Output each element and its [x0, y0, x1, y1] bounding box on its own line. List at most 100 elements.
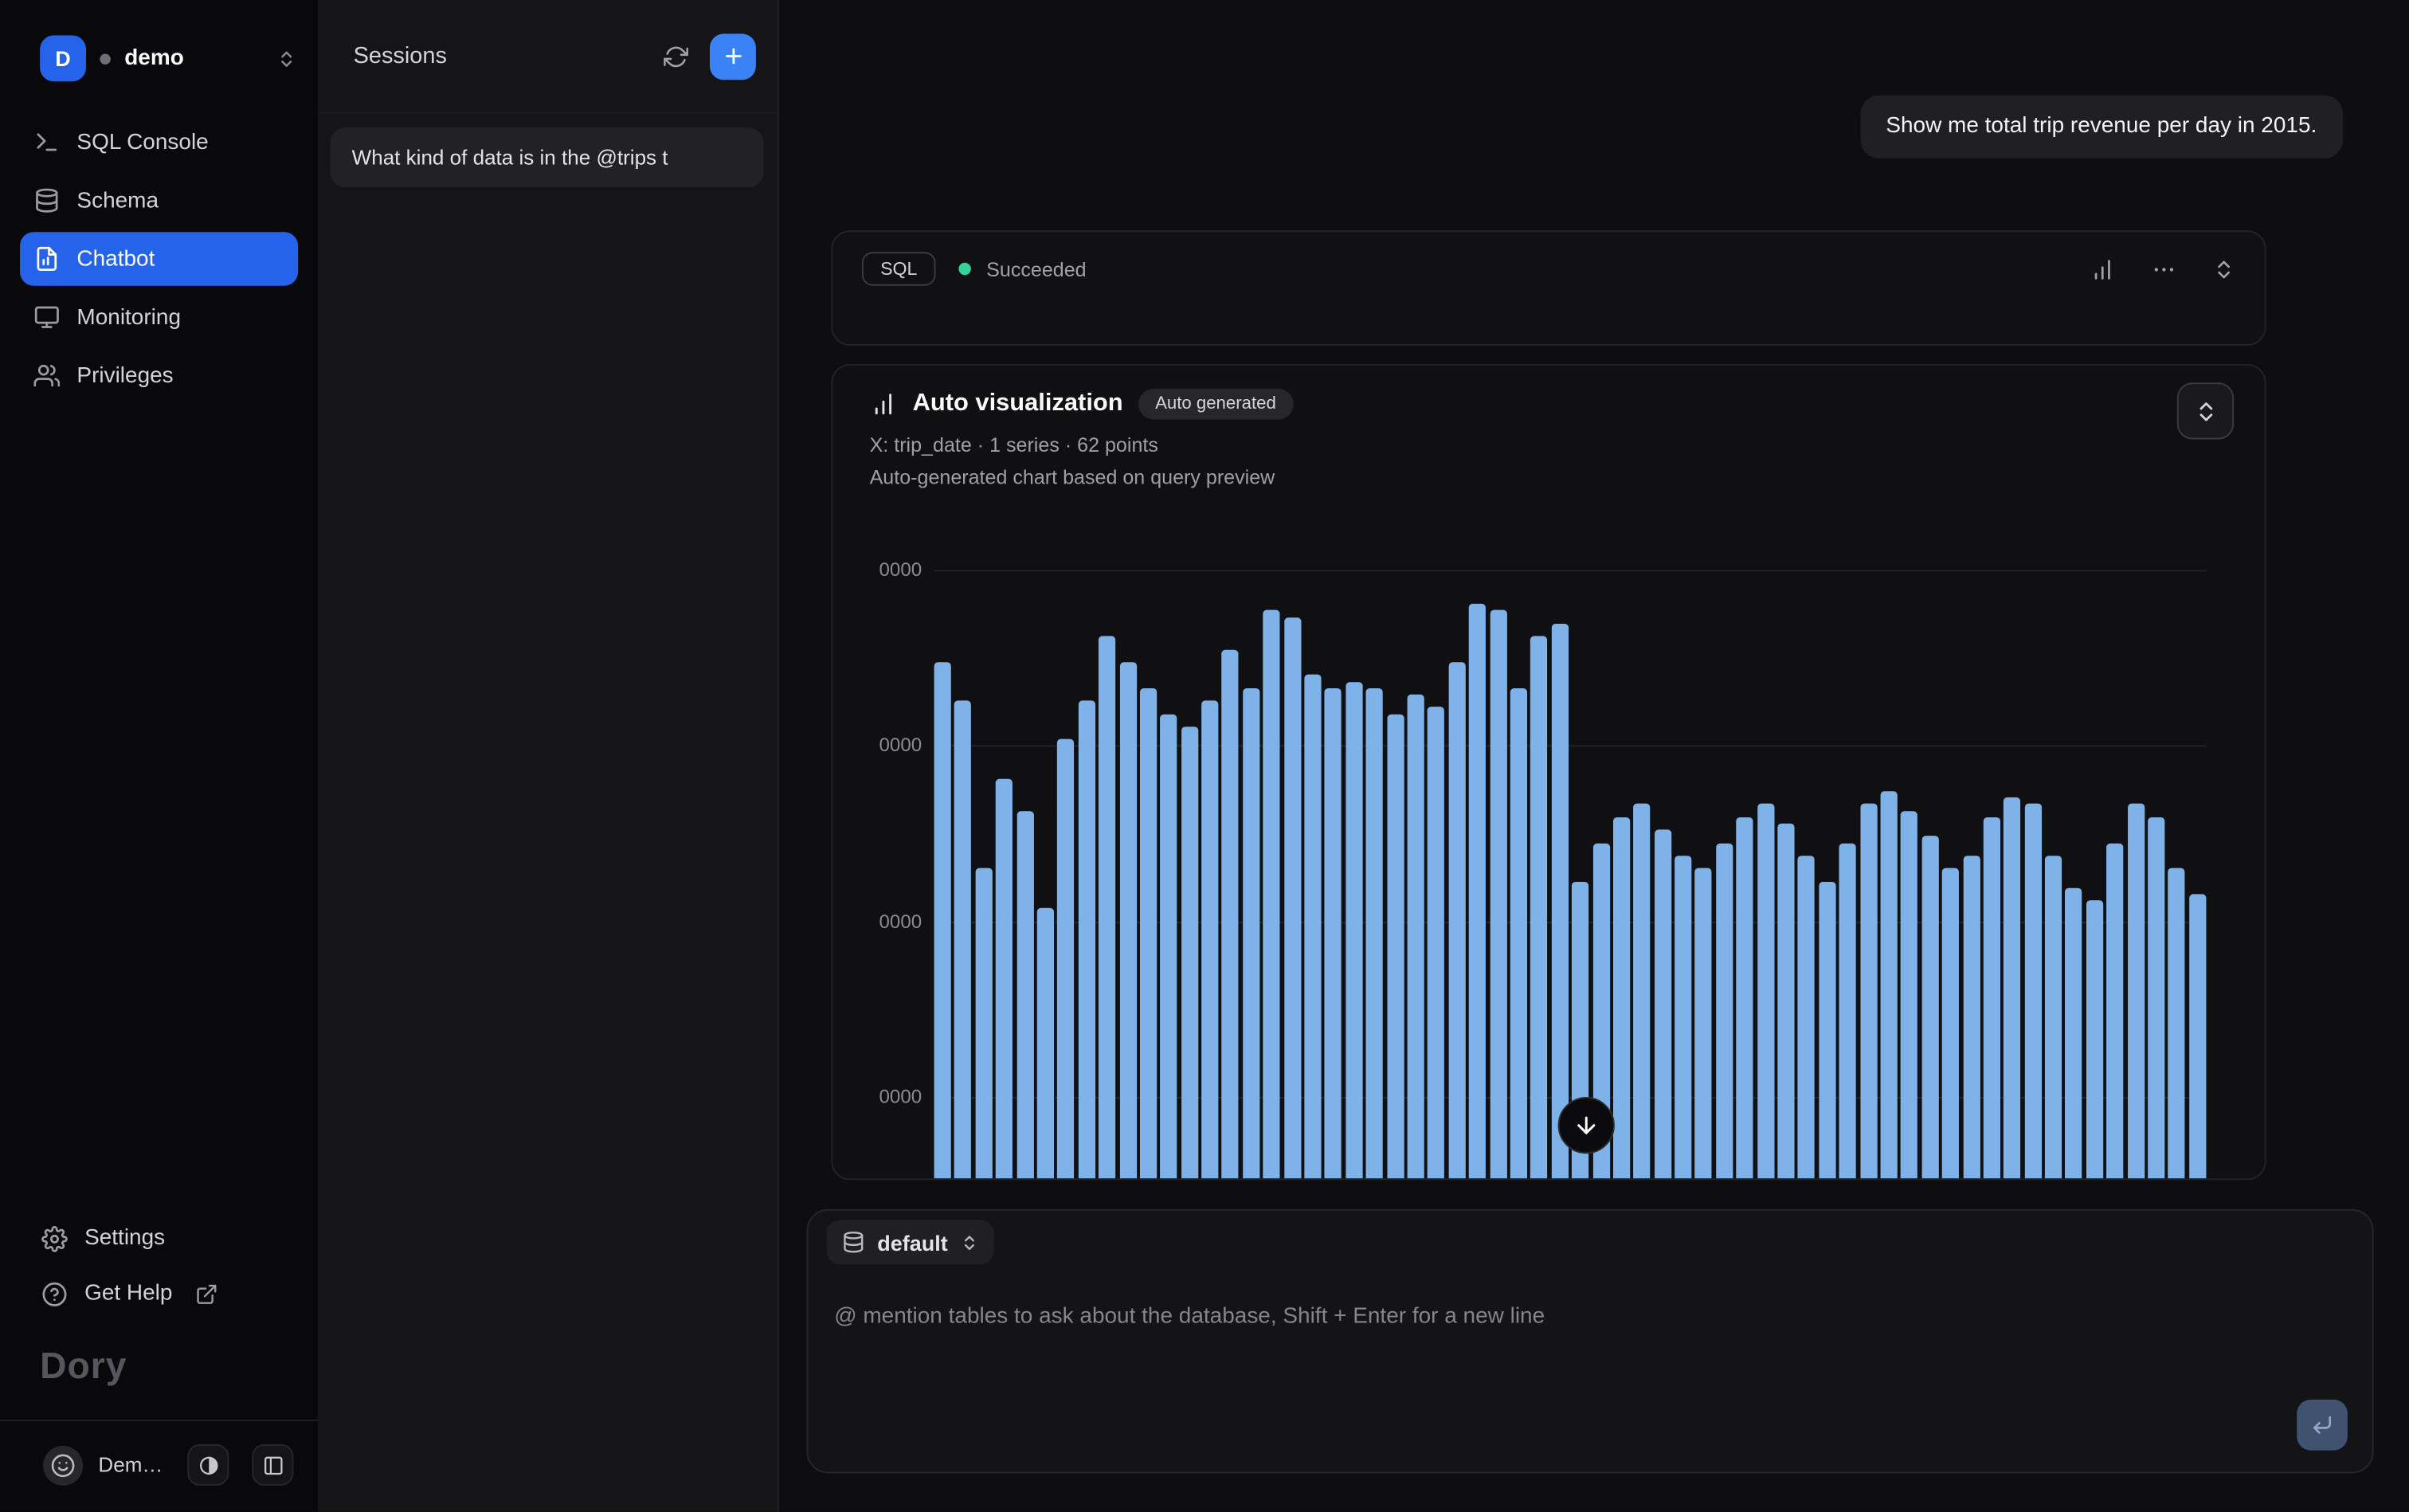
refresh-sessions-button[interactable]	[653, 33, 699, 79]
message-composer: default @ mention tables to ask about th…	[806, 1209, 2373, 1474]
chat-input-placeholder: @ mention tables to ask about the databa…	[834, 1304, 1545, 1329]
auto-generated-badge: Auto generated	[1138, 389, 1293, 420]
bar	[1346, 682, 1362, 1179]
sidebar-item-schema[interactable]: Schema	[20, 174, 298, 227]
sql-card-actions	[2090, 256, 2235, 282]
sql-tag: SQL	[862, 252, 936, 285]
bar	[1901, 811, 1917, 1179]
chevrons-up-down-icon	[960, 1233, 978, 1252]
y-tick-label: 0000	[879, 911, 922, 933]
sidebar-item-chatbot[interactable]: Chatbot	[20, 232, 298, 285]
bar	[1099, 637, 1115, 1178]
bar	[1201, 701, 1218, 1178]
bar	[2168, 868, 2185, 1178]
bar	[2004, 797, 2020, 1178]
sidebar-nav: SQL Console Schema Chatbot Monitoring	[0, 106, 318, 412]
bar	[1078, 701, 1095, 1178]
sessions-title: Sessions	[354, 43, 653, 69]
bar	[1839, 843, 1856, 1178]
get-help-button[interactable]: Get Help	[0, 1266, 318, 1321]
database-select-value: default	[877, 1230, 948, 1255]
sessions-header: Sessions	[318, 0, 778, 114]
bar	[1408, 695, 1424, 1178]
bar	[1222, 649, 1239, 1178]
sql-result-card: SQL Succeeded	[831, 230, 2266, 346]
viz-header: Auto visualization Auto generated	[832, 366, 2264, 419]
workspace-avatar: D	[40, 35, 86, 81]
bar	[1469, 604, 1486, 1178]
sidebar-item-label: Schema	[76, 188, 159, 213]
workspace-switcher[interactable]: D demo	[0, 0, 318, 106]
collapse-sidebar-button[interactable]	[252, 1444, 293, 1486]
bar	[1530, 637, 1547, 1178]
settings-button[interactable]: Settings	[0, 1211, 318, 1266]
y-tick-label: 0000	[879, 1086, 922, 1107]
status-dot-success	[958, 263, 970, 275]
bar	[1881, 791, 1898, 1178]
bar	[1737, 817, 1753, 1179]
bar	[1984, 817, 2000, 1179]
bar	[954, 701, 971, 1178]
bar	[1263, 610, 1280, 1178]
bar	[2107, 843, 2124, 1178]
plus-icon	[721, 45, 744, 68]
bar	[1819, 882, 1835, 1179]
bar	[1613, 817, 1630, 1179]
workspace-name: demo	[124, 46, 263, 71]
sidebar-item-sql-console[interactable]: SQL Console	[20, 116, 298, 169]
external-link-icon	[195, 1282, 218, 1305]
theme-toggle-button[interactable]	[187, 1444, 229, 1486]
bar-series	[934, 554, 2207, 1178]
workspace-status-dot	[100, 53, 111, 65]
viz-title: Auto visualization	[913, 390, 1123, 418]
bar	[1243, 688, 1259, 1179]
auto-visualization-card: Auto visualization Auto generated X: tri…	[831, 364, 2266, 1180]
console-icon	[33, 129, 60, 155]
chevrons-up-down-icon	[2212, 257, 2235, 280]
bar	[1037, 907, 1054, 1178]
bar	[1490, 610, 1506, 1178]
expand-sql-button[interactable]	[2212, 257, 2235, 280]
session-list-item[interactable]: What kind of data is in the @trips t	[331, 127, 764, 187]
bar-chart-icon	[870, 390, 898, 418]
y-axis-labels: 0000 0000 0000 0000	[870, 554, 934, 1178]
chat-input[interactable]: @ mention tables to ask about the databa…	[834, 1291, 2280, 1451]
chevrons-up-down-icon	[2193, 398, 2218, 423]
sidebar-item-privileges[interactable]: Privileges	[20, 349, 298, 402]
user-name: Dem…	[98, 1453, 164, 1476]
bar	[2045, 856, 2062, 1178]
database-select[interactable]: default	[827, 1220, 994, 1264]
more-options-button[interactable]	[2151, 256, 2177, 282]
sidebar-item-label: Privileges	[76, 363, 173, 388]
database-icon	[33, 187, 60, 213]
chart-toggle-button[interactable]	[2090, 256, 2116, 282]
return-icon	[2311, 1413, 2334, 1436]
bar	[1016, 811, 1033, 1179]
sidebar-item-monitoring[interactable]: Monitoring	[20, 290, 298, 344]
bar	[1304, 675, 1321, 1178]
user-row: Dem…	[0, 1421, 318, 1512]
bar	[1757, 804, 1774, 1178]
users-icon	[33, 362, 60, 389]
bar	[1695, 868, 1712, 1178]
y-tick-label: 0000	[879, 734, 922, 756]
bar	[1654, 830, 1671, 1178]
bar	[1634, 804, 1651, 1178]
bar	[1428, 707, 1444, 1178]
plot-area	[934, 554, 2207, 1178]
bar	[1284, 617, 1301, 1179]
app-window: D demo SQL Console Schema	[0, 0, 2409, 1512]
bar-chart-icon	[2090, 256, 2116, 282]
new-session-button[interactable]	[710, 33, 756, 79]
bar	[2148, 817, 2164, 1179]
bar	[1448, 662, 1465, 1178]
bar	[2189, 895, 2206, 1178]
viz-meta: X: trip_date · 1 series · 62 points	[832, 419, 2264, 456]
expand-chart-button[interactable]	[2177, 382, 2234, 439]
bar	[1161, 714, 1177, 1178]
bar	[1551, 624, 1568, 1179]
sidebar-item-label: Monitoring	[76, 305, 181, 330]
user-message-bubble: Show me total trip revenue per day in 20…	[1860, 96, 2344, 159]
scroll-to-bottom-button[interactable]	[1558, 1097, 1615, 1154]
send-button[interactable]	[2297, 1400, 2348, 1451]
